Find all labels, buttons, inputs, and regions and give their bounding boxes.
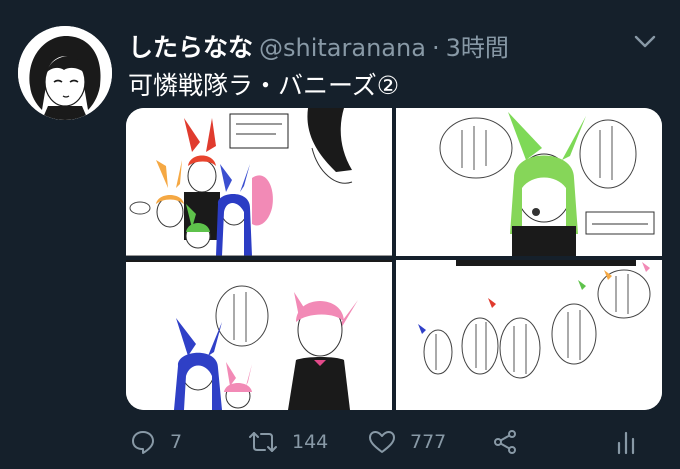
media-image-4[interactable] (396, 260, 662, 410)
chevron-down-icon (634, 35, 656, 48)
analytics-icon (617, 431, 635, 455)
avatar-illustration (18, 26, 112, 120)
reply-icon (132, 431, 154, 454)
tweet-timestamp[interactable]: 3時間 (446, 28, 509, 63)
share-icon (494, 430, 516, 454)
user-handle[interactable]: @shitaranana (259, 34, 426, 62)
comic-panel-3-illustration (126, 260, 392, 410)
tweet-text: 可憐戦隊ラ・バニーズ② (128, 71, 400, 100)
comic-panel-4-illustration (396, 260, 662, 410)
retweet-count: 144 (292, 431, 329, 453)
media-image-2[interactable] (396, 108, 662, 256)
media-image-1[interactable] (126, 108, 392, 256)
like-button[interactable]: 777 (368, 424, 446, 460)
reply-count: 7 (170, 431, 183, 453)
tweet-actions: 7 144 777 (130, 424, 650, 460)
comic-panel-1-illustration (126, 108, 392, 256)
like-count: 777 (410, 431, 447, 453)
analytics-button[interactable] (614, 424, 638, 460)
media-grid (126, 108, 662, 410)
media-image-3[interactable] (126, 260, 392, 410)
avatar[interactable] (18, 26, 112, 120)
more-options-button[interactable] (630, 30, 660, 54)
retweet-button[interactable]: 144 (248, 424, 328, 460)
comic-panel-2-illustration (396, 108, 662, 256)
reply-button[interactable]: 7 (130, 424, 182, 460)
tweet-header: したらなな @shitaranana · 3時間 (128, 28, 660, 63)
share-button[interactable] (492, 424, 518, 460)
retweet-icon (249, 432, 277, 452)
header-separator: · (431, 34, 440, 62)
heart-icon (369, 431, 395, 453)
display-name[interactable]: したらなな (128, 28, 253, 64)
